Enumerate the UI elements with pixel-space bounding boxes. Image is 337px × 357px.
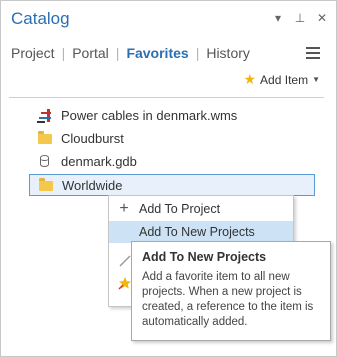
list-item-label: Power cables in denmark.wms (61, 107, 238, 123)
tooltip: Add To New Projects Add a favorite item … (131, 241, 331, 341)
menu-item-add-to-new-projects[interactable]: Add To New Projects (109, 221, 293, 243)
pane-title: Catalog (11, 9, 70, 28)
tab-project[interactable]: Project (11, 45, 55, 61)
catalog-pane: Catalog ▾ ⊥ ✕ Project | Portal | Favorit… (0, 0, 337, 357)
list-item-label: denmark.gdb (61, 153, 137, 169)
menu-item-label: Add To New Projects (139, 225, 255, 239)
tab-history[interactable]: History (206, 45, 250, 61)
tab-separator: | (61, 45, 66, 61)
menu-item-add-to-project[interactable]: + Add To Project (109, 198, 293, 220)
catalog-tabs: Project | Portal | Favorites | History (11, 45, 250, 61)
database-icon (37, 154, 53, 168)
star-icon (118, 277, 131, 290)
plus-icon: + (119, 200, 129, 217)
tooltip-title: Add To New Projects (142, 250, 267, 264)
chevron-down-icon[interactable]: ▾ (272, 11, 284, 25)
star-icon: ★ (243, 71, 257, 87)
folder-icon (38, 178, 54, 192)
hamburger-menu-icon[interactable] (306, 47, 320, 59)
tooltip-body: Add a favorite item to all new projects.… (142, 271, 314, 328)
add-item-button[interactable]: ★ Add Item ▼ (243, 71, 320, 88)
pin-icon[interactable]: ⊥ (294, 11, 306, 25)
tab-favorites[interactable]: Favorites (126, 45, 188, 61)
list-item[interactable]: Cloudburst (37, 128, 337, 148)
close-icon[interactable]: ✕ (316, 11, 328, 25)
wms-icon (37, 108, 53, 123)
list-item-label: Cloudburst (61, 130, 124, 146)
remove-icon (119, 255, 131, 267)
menu-item-label: Add To Project (139, 202, 221, 216)
tab-portal[interactable]: Portal (72, 45, 109, 61)
list-item-label: Worldwide (62, 177, 123, 193)
tab-separator: | (115, 45, 120, 61)
folder-icon (37, 131, 53, 145)
list-item-selected[interactable]: Worldwide (29, 174, 315, 196)
pane-titlebar: Catalog ▾ ⊥ ✕ (1, 1, 336, 35)
add-item-label: Add Item (260, 72, 309, 87)
titlebar-controls: ▾ ⊥ ✕ (272, 11, 328, 25)
tab-separator: | (195, 45, 200, 61)
list-item[interactable]: denmark.gdb (37, 151, 337, 171)
divider (9, 97, 324, 98)
list-item[interactable]: Power cables in denmark.wms (37, 105, 337, 125)
chevron-down-icon: ▼ (312, 75, 320, 84)
